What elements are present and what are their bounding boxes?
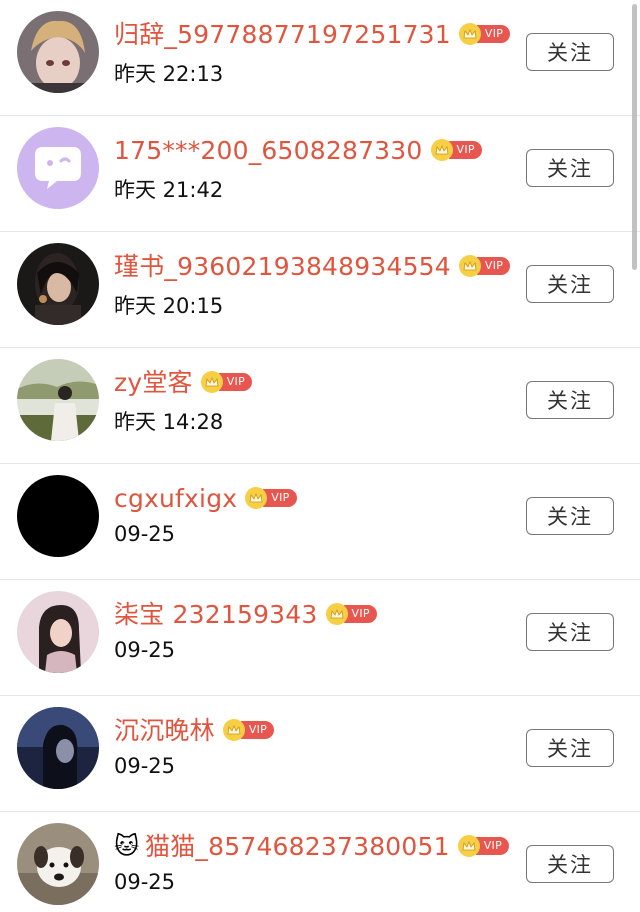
vip-badge: VIP	[458, 255, 511, 277]
follow-button[interactable]: 关注	[526, 613, 614, 651]
vip-badge: VIP	[458, 23, 511, 45]
follow-button[interactable]: 关注	[526, 729, 614, 767]
avatar[interactable]	[17, 707, 99, 789]
vip-badge: VIP	[222, 719, 275, 741]
vip-badge: VIP	[457, 835, 510, 857]
crown-icon	[458, 23, 481, 45]
timestamp: 09-25	[114, 754, 176, 778]
username[interactable]: 瑾书_93602193848934554	[114, 254, 451, 279]
timestamp: 09-25	[114, 522, 176, 546]
follow-button[interactable]: 关注	[526, 845, 614, 883]
list-item[interactable]: 柒宝 232159343 VIP 09-25 关注	[0, 580, 640, 696]
avatar[interactable]	[17, 11, 99, 93]
vip-badge: VIP	[200, 371, 253, 393]
list-item[interactable]: 归辞_59778877197251731 VIP 昨天 22:13 关注	[0, 0, 640, 116]
username[interactable]: 沉沉晚林	[114, 718, 215, 743]
follow-button[interactable]: 关注	[526, 149, 614, 187]
list-item[interactable]: 🐱 猫猫_857468237380051 VIP 09-25 关注	[0, 812, 640, 912]
crown-icon	[222, 719, 245, 741]
scrollbar[interactable]	[632, 4, 637, 270]
crown-icon	[200, 371, 223, 393]
follower-list: 归辞_59778877197251731 VIP 昨天 22:13 关注 175…	[0, 0, 640, 912]
vip-label: VIP	[476, 257, 511, 275]
list-item[interactable]: zy堂客 VIP 昨天 14:28 关注	[0, 348, 640, 464]
crown-icon	[430, 139, 453, 161]
username[interactable]: 归辞_59778877197251731	[114, 22, 451, 47]
vip-label: VIP	[343, 605, 377, 623]
list-item[interactable]: 175***200_6508287330 VIP 昨天 21:42 关注	[0, 116, 640, 232]
cat-emoji-icon: 🐱	[114, 832, 140, 860]
username[interactable]: 柒宝 232159343	[114, 602, 318, 627]
list-item[interactable]: 沉沉晚林 VIP 09-25 关注	[0, 696, 640, 812]
avatar[interactable]	[17, 127, 99, 209]
username[interactable]: 175***200_6508287330	[114, 138, 423, 163]
avatar[interactable]	[17, 823, 99, 905]
avatar[interactable]	[17, 359, 99, 441]
crown-icon	[325, 603, 348, 625]
vip-label: VIP	[476, 25, 511, 43]
timestamp: 昨天 14:28	[114, 410, 224, 434]
timestamp: 09-25	[114, 638, 176, 662]
follow-button[interactable]: 关注	[526, 497, 614, 535]
timestamp: 昨天 20:15	[114, 294, 224, 318]
vip-label: VIP	[448, 141, 482, 159]
avatar[interactable]	[17, 591, 99, 673]
follow-button[interactable]: 关注	[526, 33, 614, 71]
username[interactable]: zy堂客	[114, 370, 193, 395]
timestamp: 09-25	[114, 870, 176, 894]
crown-icon	[458, 255, 481, 277]
timestamp: 昨天 21:42	[114, 178, 224, 202]
vip-badge: VIP	[430, 139, 482, 161]
follow-button[interactable]: 关注	[526, 381, 614, 419]
vip-badge: VIP	[245, 487, 297, 509]
avatar[interactable]	[17, 475, 99, 557]
follow-button[interactable]: 关注	[526, 265, 614, 303]
vip-label: VIP	[218, 373, 253, 391]
vip-badge: VIP	[325, 603, 377, 625]
username[interactable]: cgxufxigx	[114, 486, 237, 511]
username[interactable]: 猫猫_857468237380051	[145, 834, 450, 859]
timestamp: 昨天 22:13	[114, 62, 224, 86]
vip-label: VIP	[240, 721, 275, 739]
crown-icon	[457, 835, 480, 857]
vip-label: VIP	[475, 837, 510, 855]
vip-label: VIP	[263, 489, 297, 507]
list-item[interactable]: cgxufxigx VIP 09-25 关注	[0, 464, 640, 580]
list-item[interactable]: 瑾书_93602193848934554 VIP 昨天 20:15 关注	[0, 232, 640, 348]
avatar[interactable]	[17, 243, 99, 325]
